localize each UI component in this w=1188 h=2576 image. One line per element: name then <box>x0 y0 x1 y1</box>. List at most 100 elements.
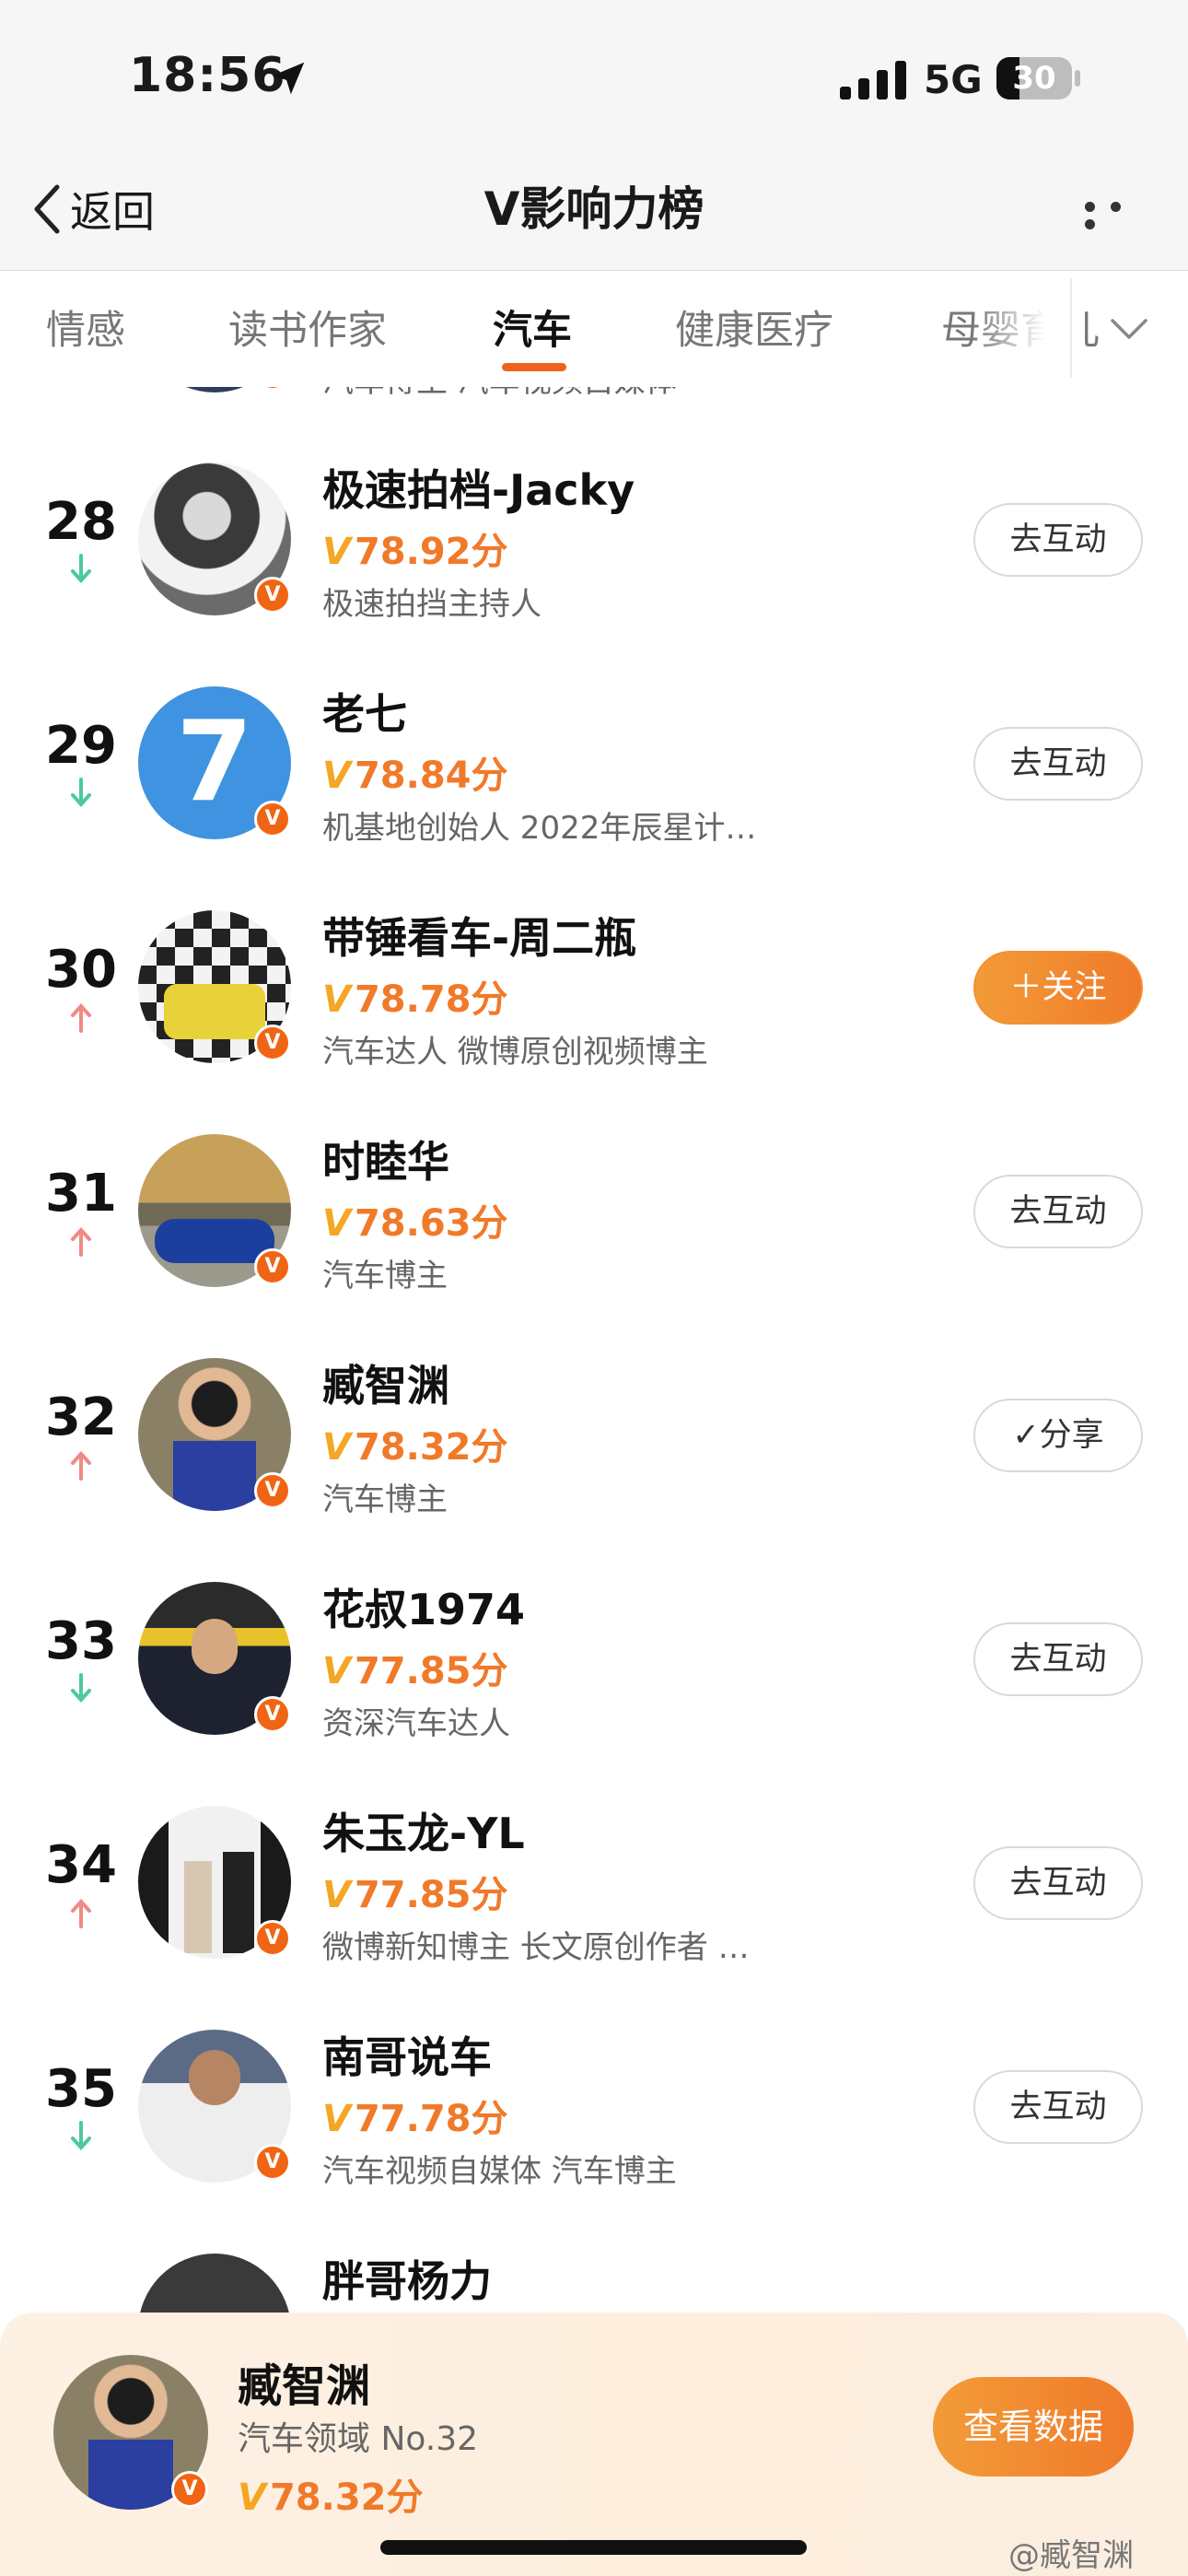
trend-down-icon <box>71 554 91 583</box>
user-name[interactable]: 时睦华 <box>322 1129 449 1189</box>
rank-number: 35 <box>45 2059 117 2119</box>
description: 汽车博主 <box>322 1481 448 1518</box>
user-name[interactable]: 胖哥杨力 <box>322 2248 492 2309</box>
trend-up-icon <box>71 1899 91 1928</box>
score-v-icon: V <box>322 1650 351 1692</box>
trend-down-icon <box>71 778 91 807</box>
interact-button[interactable]: 去互动 <box>973 1622 1143 1696</box>
view-data-button[interactable]: 查看数据 <box>933 2377 1134 2476</box>
influence-score: V 77.85分 <box>322 1874 508 1916</box>
interact-button[interactable]: 去互动 <box>973 727 1143 801</box>
signal-icon <box>840 61 906 100</box>
tab-reading-writers[interactable]: 读书作家 <box>228 299 387 356</box>
verified-badge: V <box>254 2144 291 2181</box>
list-item[interactable]: 34 V 朱玉龙-YL V 77.85分 微博新知博主 长文原创作者 … 去互动 <box>0 1773 1188 1996</box>
influence-score: V 78.92分 <box>322 531 508 573</box>
my-domain-rank: 汽车领域 No.32 <box>238 2420 479 2458</box>
score-v-icon: V <box>322 1202 351 1245</box>
share-button[interactable]: ✓分享 <box>973 1399 1143 1472</box>
list-item[interactable]: V 汽车博主 汽车视频自媒体 <box>0 387 1188 430</box>
description: 汽车视频自媒体 汽车博主 <box>322 2153 677 2190</box>
user-name[interactable]: 南哥说车 <box>322 2024 492 2085</box>
rank-number: 29 <box>45 716 117 776</box>
description: 汽车博主 <box>322 1258 448 1294</box>
description: 微博新知博主 长文原创作者 … <box>322 1929 750 1966</box>
follow-button[interactable]: ＋关注 <box>973 951 1143 1025</box>
interact-button[interactable]: 去互动 <box>973 1175 1143 1248</box>
verified-badge: V <box>254 577 291 614</box>
rank-number: 28 <box>45 492 117 552</box>
battery-level: 30 <box>1012 60 1056 97</box>
verified-badge: V <box>254 1025 291 1061</box>
trend-down-icon <box>71 1673 91 1703</box>
list-item[interactable]: 28 V 极速拍档-Jacky V 78.92分 极速拍挡主持人 去互动 <box>0 429 1188 653</box>
tab-auto[interactable]: 汽车 <box>493 299 572 356</box>
verified-badge: V <box>254 387 291 391</box>
list-item[interactable]: 32 V 臧智渊 V 78.32分 汽车博主 ✓分享 <box>0 1325 1188 1549</box>
score-v-icon: V <box>322 1874 351 1916</box>
ranking-list: V 汽车博主 汽车视频自媒体 28 V 极速拍档-Jacky V78.92分 极… <box>0 387 1188 2313</box>
list-item[interactable]: 胖哥杨力 <box>0 2220 1188 2313</box>
interact-button[interactable]: 去互动 <box>973 2070 1143 2144</box>
score-v-icon: V <box>322 2098 351 2140</box>
verified-badge: V <box>254 1248 291 1285</box>
list-item[interactable]: 30 V 带锤看车-周二瓶 V 78.78分 汽车达人 微博原创视频博主 ＋关注 <box>0 877 1188 1101</box>
verified-badge: V <box>254 1696 291 1733</box>
active-tab-indicator <box>502 363 566 371</box>
description: 汽车博主 汽车视频自媒体 <box>322 387 774 401</box>
score-v-icon: V <box>322 978 351 1021</box>
list-item[interactable]: 31 V 时睦华 V 78.63分 汽车博主 去互动 <box>0 1101 1188 1325</box>
user-name[interactable]: 带锤看车-周二瓶 <box>322 905 636 966</box>
score-v-icon: V <box>322 1426 351 1469</box>
verified-badge: V <box>254 1472 291 1509</box>
user-name[interactable]: 极速拍档-Jacky <box>322 457 635 518</box>
influence-score: V 77.78分 <box>322 2098 508 2140</box>
trend-up-icon <box>71 1227 91 1257</box>
back-label: 返回 <box>70 187 155 237</box>
home-indicator[interactable] <box>380 2540 807 2555</box>
description: 机基地创始人 2022年辰星计… <box>322 810 757 847</box>
list-item[interactable]: 29 7 V 老七 V 78.84分 机基地创始人 2022年辰星计… 去互动 <box>0 653 1188 877</box>
page-title: V影响力榜 <box>483 182 705 236</box>
rank-number: 34 <box>45 1835 117 1895</box>
rank-number: 30 <box>45 940 117 1000</box>
more-menu-button[interactable] <box>1085 198 1153 229</box>
score-v-icon: V <box>322 531 351 573</box>
avatar[interactable] <box>138 2254 291 2313</box>
category-tabs: 情感 读书作家 汽车 健康医疗 母婴育儿 <box>0 270 1188 388</box>
status-time: 18:56 <box>129 48 286 103</box>
user-name[interactable]: 臧智渊 <box>322 1352 449 1413</box>
list-item[interactable]: 35 V 南哥说车 V 77.78分 汽车视频自媒体 汽车博主 去互动 <box>0 1996 1188 2220</box>
location-arrow-icon <box>272 62 305 95</box>
description: 极速拍挡主持人 <box>322 586 542 623</box>
my-score: V 78.32分 <box>238 2476 424 2519</box>
list-item[interactable]: 33 V 花叔1974 V 77.85分 资深汽车达人 去互动 <box>0 1549 1188 1773</box>
tab-emotion[interactable]: 情感 <box>46 299 125 356</box>
influence-score: V 77.85分 <box>322 1650 508 1692</box>
interact-button[interactable]: 去互动 <box>973 503 1143 577</box>
top-bar: 18:56 5G 30 返回 V影响力榜 <box>0 0 1188 270</box>
influence-score: V 78.84分 <box>322 755 508 797</box>
back-button[interactable]: 返回 <box>28 177 155 241</box>
influence-score: V 78.78分 <box>322 978 508 1021</box>
network-type: 5G <box>924 57 983 102</box>
interact-button[interactable]: 去互动 <box>973 1846 1143 1920</box>
rank-number: 31 <box>45 1164 117 1224</box>
watermark: @臧智渊 <box>1008 2537 1134 2574</box>
user-name[interactable]: 花叔1974 <box>322 1576 525 1637</box>
trend-up-icon <box>71 1451 91 1481</box>
score-v-icon: V <box>322 755 351 797</box>
user-name[interactable]: 朱玉龙-YL <box>322 1800 525 1861</box>
trend-up-icon <box>71 1003 91 1033</box>
chevron-left-icon <box>34 184 60 234</box>
my-name: 臧智渊 <box>238 2360 371 2412</box>
battery-icon: 30 <box>996 57 1080 100</box>
verified-badge: V <box>171 2471 208 2508</box>
chevron-down-icon[interactable] <box>1105 308 1153 350</box>
rank-number: 33 <box>45 1611 117 1671</box>
description: 汽车达人 微博原创视频博主 <box>322 1034 708 1071</box>
verified-badge: V <box>254 801 291 837</box>
influence-score: V 78.32分 <box>322 1426 508 1469</box>
user-name[interactable]: 老七 <box>322 681 407 742</box>
tab-health[interactable]: 健康医疗 <box>675 299 833 356</box>
